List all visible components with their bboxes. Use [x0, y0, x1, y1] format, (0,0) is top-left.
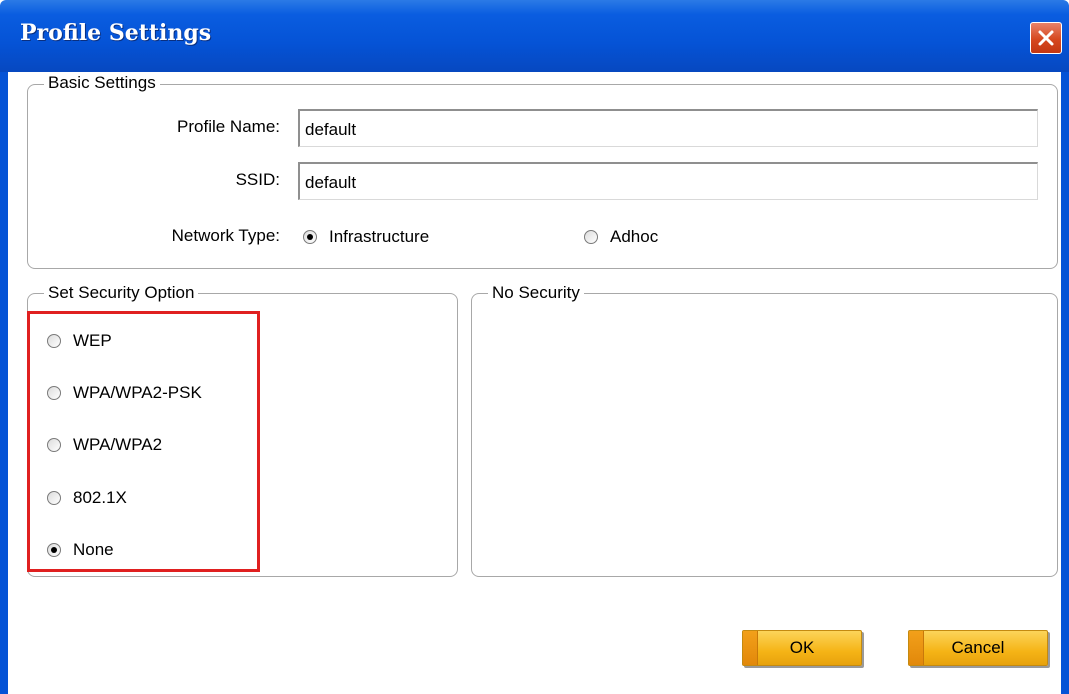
radio-label: Infrastructure	[329, 227, 430, 246]
no-security-group	[471, 293, 1058, 577]
radio-button[interactable]	[303, 230, 317, 244]
ssid-label: SSID:	[235, 170, 280, 189]
title-bar: Profile Settings	[0, 0, 1069, 72]
network-type-infrastructure[interactable]: Infrastructure	[303, 227, 429, 247]
profile-settings-dialog: Profile Settings Basic Settings Profile …	[0, 0, 1069, 694]
profile-name-input[interactable]: default	[298, 109, 1038, 147]
ok-button[interactable]: OK	[742, 630, 862, 666]
close-icon	[1038, 30, 1054, 46]
dialog-title: Profile Settings	[20, 20, 212, 46]
window-frame-left	[0, 72, 8, 694]
basic-settings-legend: Basic Settings	[44, 73, 160, 93]
close-button[interactable]	[1030, 22, 1062, 54]
window-frame-right	[1061, 72, 1069, 694]
button-notch	[909, 631, 924, 665]
security-option-legend: Set Security Option	[44, 283, 199, 303]
network-type-label: Network Type:	[171, 226, 280, 245]
radio-button[interactable]	[584, 230, 598, 244]
ok-button-label: OK	[789, 638, 815, 657]
no-security-legend: No Security	[488, 283, 584, 303]
security-options-highlight	[27, 311, 260, 572]
network-type-adhoc[interactable]: Adhoc	[584, 227, 658, 247]
cancel-button-label: Cancel	[951, 638, 1005, 657]
ssid-input[interactable]: default	[298, 162, 1038, 200]
button-notch	[743, 631, 758, 665]
profile-name-label: Profile Name:	[177, 117, 280, 136]
radio-label: Adhoc	[610, 227, 659, 246]
cancel-button[interactable]: Cancel	[908, 630, 1048, 666]
